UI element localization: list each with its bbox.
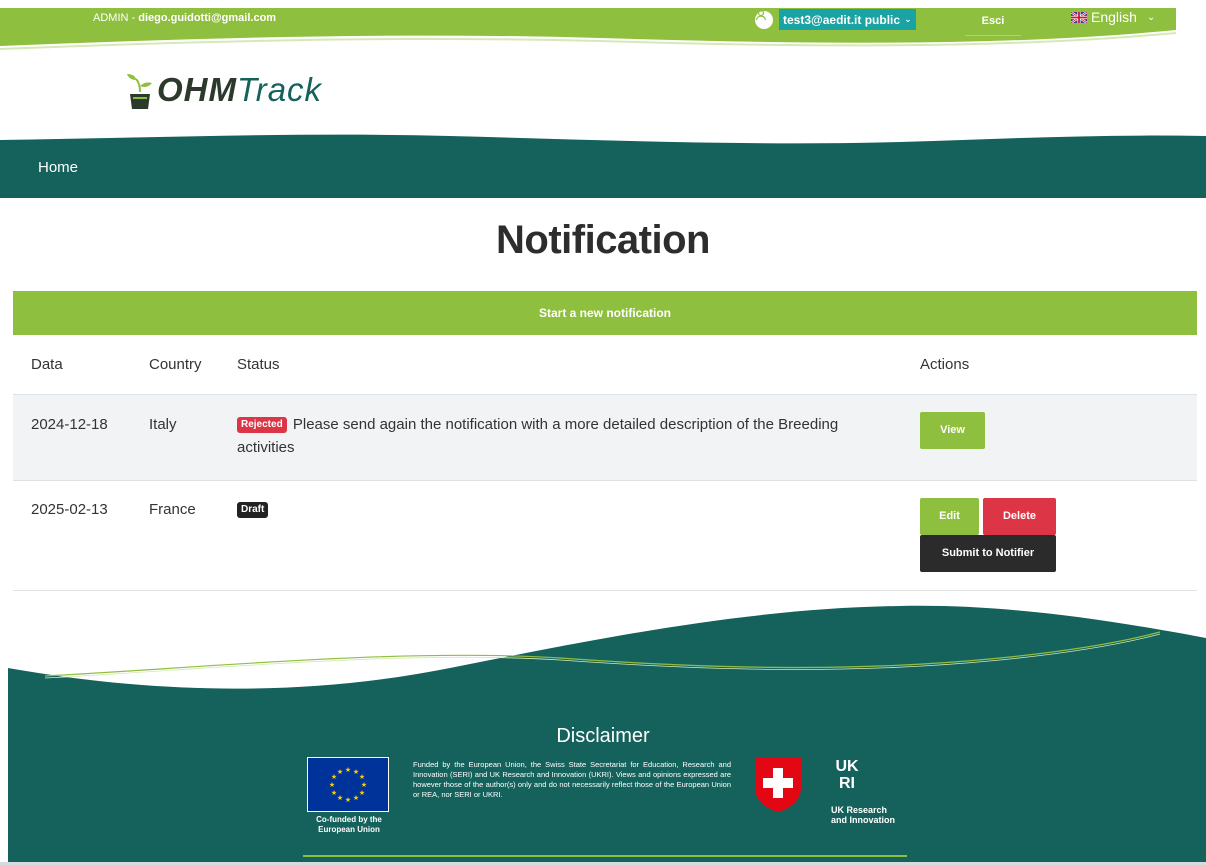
row-country: Italy xyxy=(149,416,177,433)
logo-text: OHMTrack xyxy=(157,70,322,110)
footer-divider xyxy=(303,855,907,857)
svg-text:★: ★ xyxy=(345,766,351,774)
ukri-caption: UK Research and Innovation xyxy=(831,805,895,825)
svg-text:★: ★ xyxy=(337,794,343,802)
ohmtrack-logo[interactable]: OHMTrack xyxy=(127,70,322,110)
column-header-data: Data xyxy=(31,356,63,373)
admin-label: ADMIN - diego.guidotti@gmail.com xyxy=(93,12,276,24)
ukri-caption-line1: UK Research xyxy=(831,805,888,815)
notifications-table: Data Country Status Actions 2024-12-18 I… xyxy=(13,335,1197,591)
row-status: Draft xyxy=(237,498,897,521)
view-button[interactable]: View xyxy=(920,412,985,449)
sprout-icon xyxy=(127,74,153,110)
logo-text-track: Track xyxy=(237,71,323,108)
logout-button[interactable]: Esci xyxy=(965,9,1021,36)
table-row: 2024-12-18 Italy Rejected Please send ag… xyxy=(13,395,1197,481)
svg-text:★: ★ xyxy=(359,789,365,797)
top-bar: ADMIN - diego.guidotti@gmail.com test3@a… xyxy=(0,0,1206,52)
language-selector[interactable]: English ⌄ xyxy=(1071,9,1155,25)
eu-caption: Co-funded by the European Union xyxy=(316,815,382,834)
svg-text:★: ★ xyxy=(329,781,335,789)
eu-flag-icon: ★ ★ ★ ★ ★ ★ ★ ★ ★ ★ ★ ★ xyxy=(307,757,389,812)
column-header-status: Status xyxy=(237,356,280,373)
user-icon xyxy=(755,9,773,29)
chevron-down-icon: ⌄ xyxy=(904,14,912,24)
start-new-notification-button[interactable]: Start a new notification xyxy=(13,291,1197,335)
row-status: Rejected Please send again the notificat… xyxy=(237,413,897,459)
svg-text:UK: UK xyxy=(835,758,859,775)
delete-button[interactable]: Delete xyxy=(983,498,1056,535)
svg-text:★: ★ xyxy=(331,789,337,797)
uk-flag-icon xyxy=(1071,11,1087,23)
chevron-down-icon: ⌄ xyxy=(1146,11,1156,23)
top-bar-wave xyxy=(0,8,1176,50)
logo-text-ohm: OHM xyxy=(157,71,237,108)
swiss-flag-icon xyxy=(753,756,803,813)
user-select[interactable]: test3@aedit.it public ⌄ xyxy=(779,9,916,30)
status-badge: Rejected xyxy=(237,417,287,433)
admin-email: diego.guidotti@gmail.com xyxy=(138,12,277,24)
svg-text:★: ★ xyxy=(361,781,367,789)
column-header-actions: Actions xyxy=(920,356,970,373)
nav-home-link[interactable]: Home xyxy=(38,159,78,176)
svg-text:★: ★ xyxy=(359,773,365,781)
svg-text:★: ★ xyxy=(353,794,359,802)
ukri-caption-line2: and Innovation xyxy=(831,815,895,825)
table-row: 2025-02-13 France Draft Edit Delete Subm… xyxy=(13,481,1197,591)
table-header: Data Country Status Actions xyxy=(13,335,1197,395)
funding-section: ★ ★ ★ ★ ★ ★ ★ ★ ★ ★ ★ ★ Co-funded by the… xyxy=(303,752,943,864)
page-title: Notification xyxy=(496,218,710,262)
user-menu[interactable]: test3@aedit.it public ⌄ xyxy=(755,9,916,30)
disclaimer-title: Disclaimer xyxy=(556,725,650,747)
column-header-country: Country xyxy=(149,356,202,373)
nav-bar xyxy=(0,134,1206,198)
row-date: 2025-02-13 xyxy=(31,501,108,518)
user-select-value: test3@aedit.it public xyxy=(783,12,901,27)
language-label: English xyxy=(1091,9,1137,25)
status-message: Please send again the notification with … xyxy=(237,416,839,456)
svg-text:RI: RI xyxy=(839,775,855,791)
ukri-logo-icon: UK RI xyxy=(830,755,864,792)
submit-to-notifier-button[interactable]: Submit to Notifier xyxy=(920,535,1056,572)
edit-button[interactable]: Edit xyxy=(920,498,979,535)
funding-text: Funded by the European Union, the Swiss … xyxy=(413,760,731,799)
status-badge: Draft xyxy=(237,502,269,518)
svg-text:★: ★ xyxy=(337,768,343,776)
svg-text:★: ★ xyxy=(345,796,351,804)
row-country: France xyxy=(149,501,196,518)
row-date: 2024-12-18 xyxy=(31,416,108,433)
admin-prefix: ADMIN - xyxy=(93,12,139,24)
